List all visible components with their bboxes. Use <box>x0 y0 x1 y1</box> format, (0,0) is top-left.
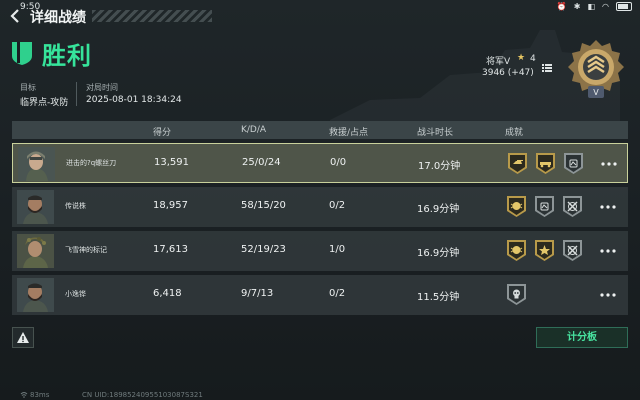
player-row[interactable]: 传说株 18,957 58/15/20 0/2 16.9分钟 <box>12 187 628 227</box>
more-options-icon[interactable] <box>600 205 616 209</box>
col-kda: K/D/A <box>241 125 267 135</box>
bluetooth-icon: ✱ <box>573 2 581 11</box>
soldier-bearded-avatar[interactable] <box>17 190 54 224</box>
player-kda: 52/19/23 <box>241 244 286 255</box>
result-title: 胜利 <box>42 42 92 70</box>
soldier-helmet-avatar[interactable] <box>18 147 55 181</box>
silver-medal-badge-icon[interactable] <box>563 152 584 175</box>
target-label: 目标 <box>20 83 36 92</box>
gold-crest-badge-icon[interactable] <box>506 239 527 262</box>
player-kda: 25/0/24 <box>242 157 281 168</box>
warning-icon <box>17 332 29 343</box>
player-row[interactable]: 小逸铧 6,418 9/7/13 0/2 11.5分钟 <box>12 275 628 315</box>
player-name: 小逸铧 <box>65 290 86 298</box>
svg-text:V: V <box>593 88 599 97</box>
ping-text: 83ms <box>30 391 50 399</box>
silver-crossed-badge-icon[interactable] <box>562 195 583 218</box>
alarm-icon: ⏰ <box>556 2 567 11</box>
gold-crest-badge-icon[interactable] <box>506 195 527 218</box>
rank-points: 3946 (+47) <box>482 68 534 78</box>
gold-star-badge-icon[interactable] <box>534 239 555 262</box>
table-header: 得分 K/D/A 救援/占点 战斗时长 成就 <box>12 121 628 139</box>
player-row[interactable]: 进击的?q螺丝刀 13,591 25/0/24 0/0 17.0分钟 <box>12 143 628 183</box>
player-score: 13,591 <box>154 157 189 168</box>
target-value: 临界点-攻防 <box>20 98 69 108</box>
more-options-icon[interactable] <box>600 249 616 253</box>
player-score: 18,957 <box>153 200 188 211</box>
player-kda: 58/15/20 <box>241 200 286 211</box>
player-rescue: 1/0 <box>329 244 346 255</box>
player-row[interactable]: 飞雪神的标记 17,613 52/19/23 1/0 16.9分钟 <box>12 231 628 271</box>
col-duration: 战斗时长 <box>417 128 454 138</box>
player-duration: 16.9分钟 <box>417 204 460 215</box>
back-arrow-icon[interactable] <box>8 8 28 24</box>
rank-name: 将军V <box>486 57 511 67</box>
soldier-bearded-avatar[interactable] <box>17 278 54 312</box>
rank-level: 4 <box>530 54 536 64</box>
wifi-icon: ◠ <box>602 2 609 11</box>
gold-tank-badge-icon[interactable] <box>507 152 528 175</box>
gold-vehicle-badge-icon[interactable] <box>535 152 556 175</box>
player-score: 6,418 <box>153 288 182 299</box>
scoreboard-button[interactable]: 计分板 <box>536 327 628 348</box>
more-options-icon[interactable] <box>600 293 616 297</box>
more-options-icon[interactable] <box>601 162 617 166</box>
victory-shield-icon <box>12 42 32 65</box>
report-button[interactable] <box>12 327 34 348</box>
meta-divider <box>76 82 77 106</box>
time-label: 对局时间 <box>86 83 118 92</box>
page-title: 详细战绩 <box>30 10 86 26</box>
title-decoration <box>92 10 212 22</box>
silver-crossed-badge-icon[interactable] <box>562 239 583 262</box>
player-duration: 16.9分钟 <box>417 248 460 259</box>
col-achievements: 成就 <box>505 128 524 138</box>
player-rescue: 0/2 <box>329 288 346 299</box>
col-score: 得分 <box>153 128 172 138</box>
soldier-camo-avatar[interactable] <box>17 234 54 268</box>
list-icon[interactable] <box>540 61 554 75</box>
player-rescue: 0/2 <box>329 200 346 211</box>
volume-icon: ◧ <box>587 2 596 11</box>
battery-fill <box>618 4 628 9</box>
silver-medal-badge-icon[interactable] <box>534 195 555 218</box>
status-icons: ⏰ ✱ ◧ ◠ <box>557 2 632 11</box>
silver-skull-badge-icon[interactable] <box>506 283 527 306</box>
player-name: 飞雪神的标记 <box>65 246 107 254</box>
battery-icon <box>616 2 632 11</box>
network-icon <box>20 392 28 398</box>
col-rescue: 救援/占点 <box>329 128 369 138</box>
player-kda: 9/7/13 <box>241 288 274 299</box>
player-name: 传说株 <box>65 202 86 210</box>
player-duration: 17.0分钟 <box>418 161 461 172</box>
general-rank-badge-icon: V <box>568 40 624 98</box>
star-icon: ★ <box>517 53 526 63</box>
uid-text: CN UID:18985240955103087S321 <box>82 391 203 399</box>
player-name: 进击的?q螺丝刀 <box>66 159 117 167</box>
player-score: 17,613 <box>153 244 188 255</box>
player-duration: 11.5分钟 <box>417 292 460 303</box>
player-rescue: 0/0 <box>330 157 347 168</box>
time-value: 2025-08-01 18:34:24 <box>86 95 182 105</box>
